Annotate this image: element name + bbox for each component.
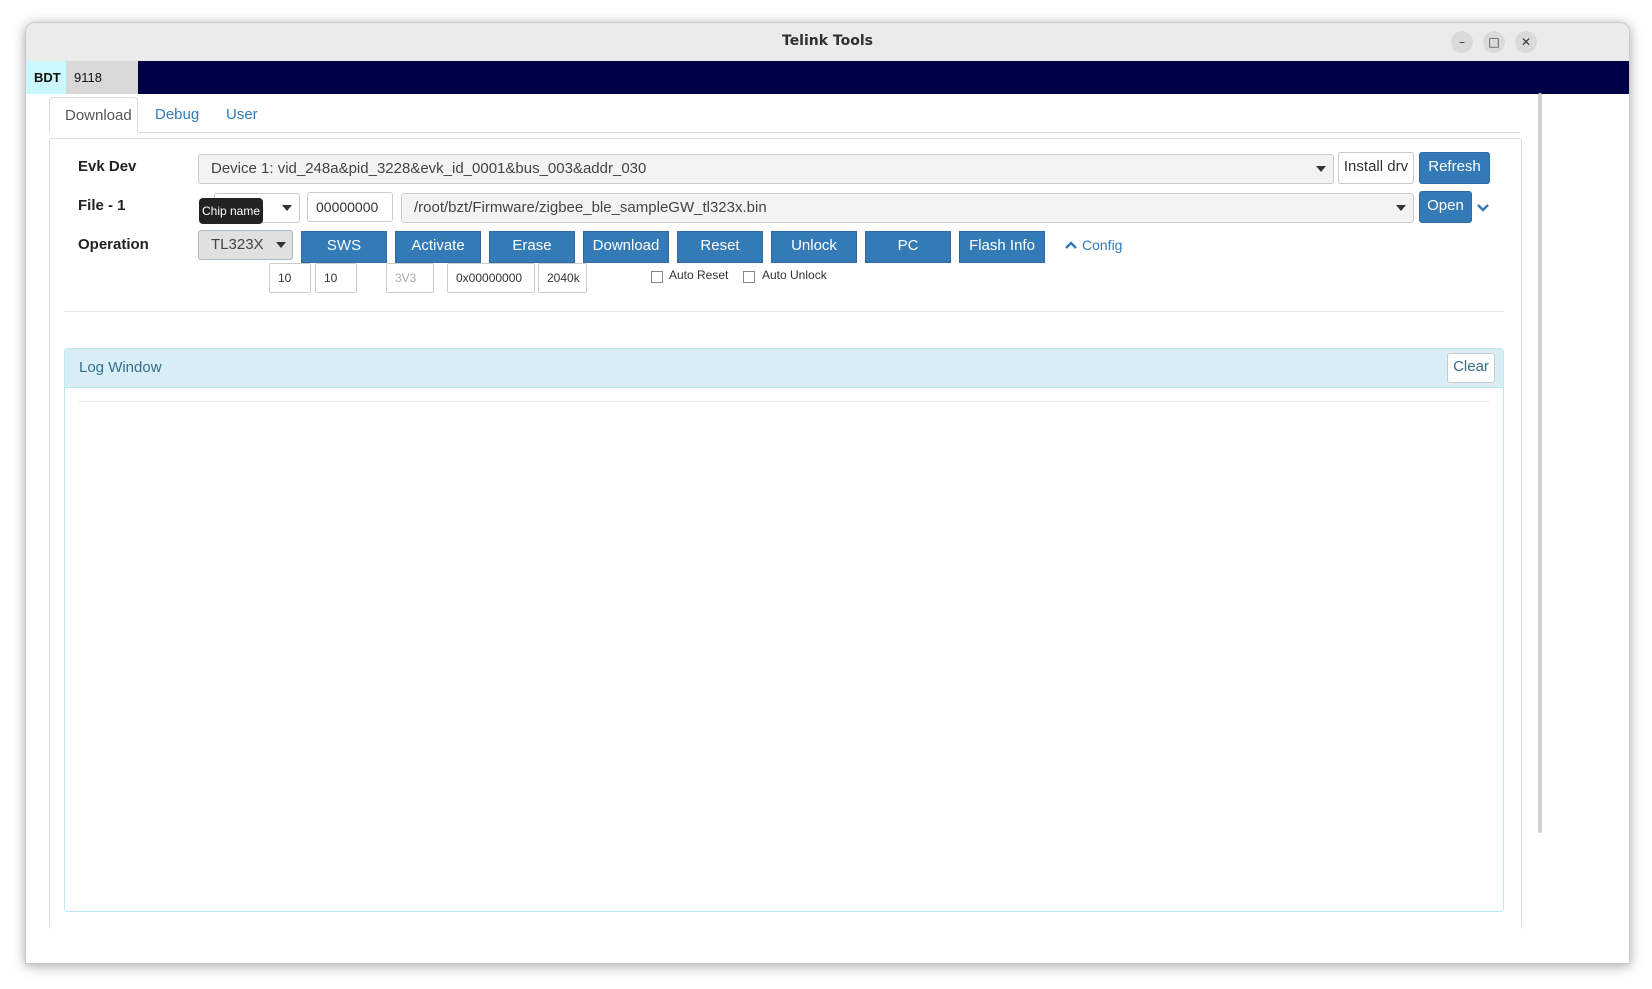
chip-name-tooltip: Chip name <box>199 198 263 224</box>
size-input[interactable]: 2040k <box>538 263 587 293</box>
file-path-select[interactable]: /root/bzt/Firmware/zigbee_ble_sampleGW_t… <box>401 193 1414 223</box>
expand-chevron-down-icon[interactable] <box>1476 202 1490 214</box>
download-button[interactable]: Download <box>583 231 669 263</box>
file-address-input[interactable]: 00000000 <box>307 192 393 222</box>
file-label: File - 1 <box>78 197 126 214</box>
log-window-panel: Log Window Clear <box>64 348 1504 912</box>
log-window-title: Log Window <box>79 359 162 376</box>
refresh-button[interactable]: Refresh <box>1419 152 1490 184</box>
reset-button[interactable]: Reset <box>677 231 763 263</box>
param-input-2[interactable]: 10 <box>315 263 357 293</box>
close-button[interactable]: ✕ <box>1515 31 1537 53</box>
log-content-area <box>79 401 1489 402</box>
window-title: Telink Tools <box>782 33 873 49</box>
chevron-up-icon <box>1065 241 1077 249</box>
vertical-scrollbar[interactable] <box>1538 93 1542 833</box>
param-input-1[interactable]: 10 <box>269 263 311 293</box>
page-tabs: Download Debug User <box>49 97 1520 133</box>
file-path-caret-icon <box>1396 205 1406 211</box>
chip-value: TL323X <box>211 236 264 253</box>
evk-dev-label: Evk Dev <box>78 158 137 175</box>
pc-button[interactable]: PC <box>865 231 951 263</box>
flash-info-button[interactable]: Flash Info <box>959 231 1045 263</box>
auto-unlock-checkbox[interactable] <box>743 271 755 283</box>
minimize-button[interactable]: – <box>1451 31 1473 53</box>
file-path-value: /root/bzt/Firmware/zigbee_ble_sampleGW_t… <box>414 199 767 216</box>
chip-name-caret-icon <box>282 205 292 211</box>
activate-button[interactable]: Activate <box>395 231 481 263</box>
auto-reset-checkbox[interactable] <box>651 271 663 283</box>
title-bar: Telink Tools – □ ✕ <box>26 23 1629 62</box>
clear-log-button[interactable]: Clear <box>1447 353 1495 383</box>
auto-reset-label: Auto Reset <box>669 268 729 282</box>
app-tab-bdt[interactable]: BDT <box>26 61 66 94</box>
app-tab-strip: BDT 9118 BDT <box>26 61 1629 118</box>
evk-device-caret-icon <box>1316 166 1326 172</box>
voltage-input[interactable]: 3V3 <box>386 263 434 293</box>
maximize-button[interactable]: □ <box>1483 31 1505 53</box>
sws-button[interactable]: SWS <box>301 231 387 263</box>
address-input[interactable]: 0x00000000 <box>447 263 535 293</box>
erase-button[interactable]: Erase <box>489 231 575 263</box>
tab-download[interactable]: Download <box>49 97 138 133</box>
section-divider <box>64 311 1504 312</box>
app-tab-9118-bdt[interactable]: 9118 BDT <box>66 61 138 118</box>
auto-unlock-label: Auto Unlock <box>762 268 827 282</box>
log-window-heading: Log Window Clear <box>65 349 1503 388</box>
operation-label: Operation <box>78 236 149 253</box>
tab-user[interactable]: User <box>211 97 273 132</box>
install-drv-button[interactable]: Install drv <box>1338 152 1414 184</box>
evk-device-select[interactable]: Device 1: vid_248a&pid_3228&evk_id_0001&… <box>198 154 1334 184</box>
evk-device-value: Device 1: vid_248a&pid_3228&evk_id_0001&… <box>211 160 647 177</box>
chip-caret-icon <box>276 242 286 248</box>
tab-debug[interactable]: Debug <box>140 97 214 132</box>
unlock-button[interactable]: Unlock <box>771 231 857 263</box>
open-button[interactable]: Open <box>1419 191 1472 223</box>
config-label: Config <box>1082 237 1123 253</box>
